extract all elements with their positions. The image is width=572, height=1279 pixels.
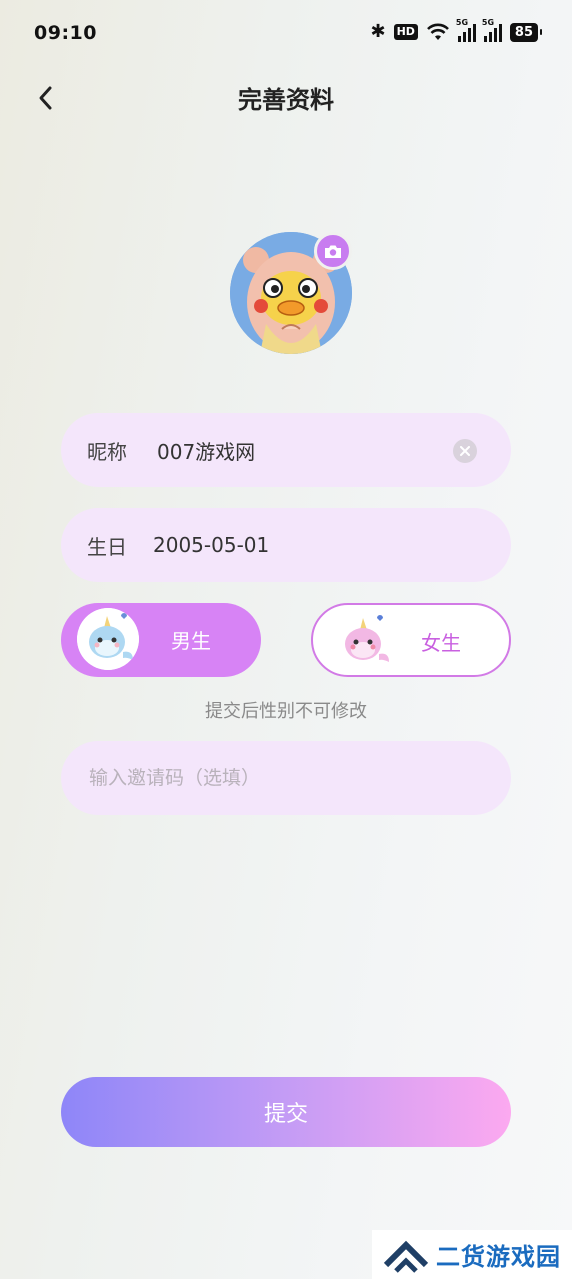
battery-icon: 85 [509,22,543,42]
clear-icon [460,446,470,456]
avatar-section [230,232,352,354]
birthday-field[interactable]: 生日 2005-05-01 [61,508,511,582]
narwhal-mascot-icon [345,615,389,662]
watermark-text: 二货游戏园 [436,1243,561,1271]
watermark-logo-icon [383,1240,429,1273]
change-avatar-button[interactable] [314,232,352,270]
gender-female-option[interactable]: 女生 [311,603,511,677]
bluetooth-icon: ✱ [370,21,386,42]
birthday-label: 生日 [87,534,127,559]
submit-button[interactable]: 提交 [61,1077,511,1147]
hd-icon: HD [393,24,418,40]
nickname-field[interactable]: 昵称 007游戏网 [61,413,511,487]
status-time: 09:10 [34,22,97,44]
camera-icon [325,245,341,258]
status-bar: 09:10 ✱ HD 5G 5G 85 [0,0,572,68]
gender-male-option[interactable]: 男生 [61,603,261,677]
watermark: 二货游戏园 [372,1230,572,1279]
gender-note: 提交后性别不可修改 [205,701,367,722]
gender-male-label: 男生 [171,629,211,653]
status-icons: ✱ HD 5G 5G 85 [370,18,543,42]
gender-female-label: 女生 [421,631,461,655]
invite-code-field[interactable] [61,741,511,815]
birthday-value[interactable]: 2005-05-01 [153,533,269,557]
nickname-value[interactable]: 007游戏网 [157,436,255,465]
nickname-label: 昵称 [87,439,127,464]
narwhal-mascot-icon [77,608,139,670]
signal-icon: 5G [456,18,476,42]
invite-code-input[interactable] [87,766,471,790]
page-title: 完善资料 [238,86,334,114]
wifi-icon [426,23,449,40]
signal-icon: 5G [482,18,502,42]
clear-nickname-button[interactable] [453,439,477,463]
